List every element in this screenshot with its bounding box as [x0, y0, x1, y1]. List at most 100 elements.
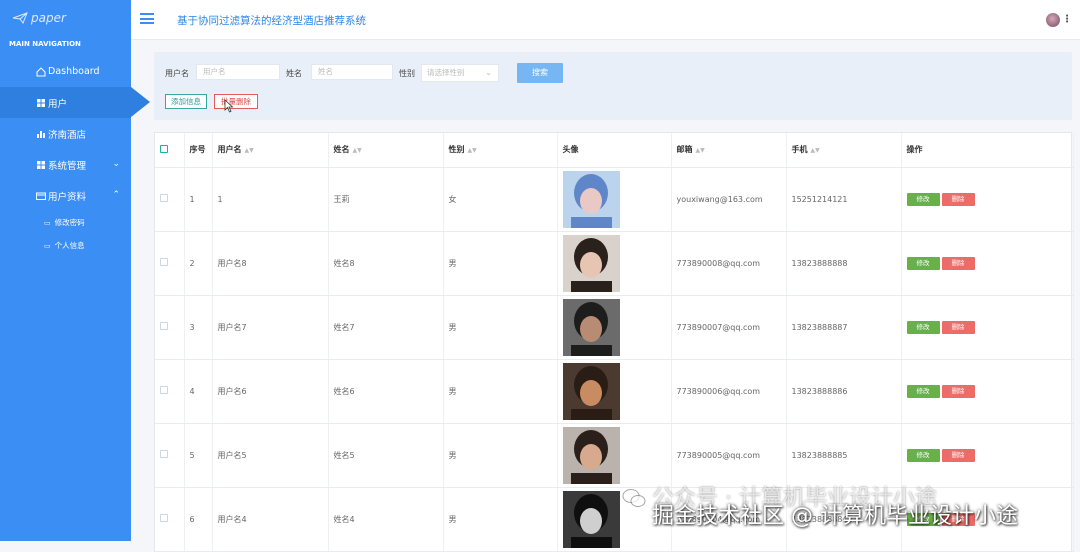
sidebar-item-profile[interactable]: 用户资料 ⌃ — [0, 180, 131, 211]
username-input[interactable]: 用户名 — [196, 64, 280, 80]
wechat-icon — [622, 489, 646, 507]
sort-icon[interactable]: ▲▼ — [811, 147, 820, 154]
cell-name: 姓名8 — [328, 231, 444, 296]
logo[interactable]: paper — [0, 0, 131, 36]
row-checkbox[interactable] — [160, 450, 168, 458]
cell-avatar — [557, 423, 672, 488]
table-header: 序号 用户名 ▲▼ 姓名 ▲▼ 性别 ▲▼ 头像 邮箱 ▲▼ 手机 ▲▼ 操作 — [155, 133, 1074, 168]
delete-button[interactable]: 删除 — [941, 320, 975, 334]
column-header[interactable]: 姓名 ▲▼ — [328, 133, 444, 168]
logo-text: paper — [31, 11, 66, 25]
cell-phone: 15251214121 — [786, 167, 902, 232]
sidebar-subitem-label: 个人信息 — [54, 241, 85, 250]
row-checkbox[interactable] — [160, 514, 168, 522]
search-panel: 用户名 用户名 姓名 姓名 性别 请选择性别 ⌄ 搜索 添加信息 批量删除 — [154, 52, 1072, 120]
cell-no: 6 — [184, 487, 213, 552]
menu-toggle-icon[interactable] — [140, 13, 154, 24]
row-checkbox[interactable] — [160, 194, 168, 202]
user-photo — [562, 490, 620, 548]
sort-icon[interactable]: ▲▼ — [245, 147, 254, 154]
home-icon — [36, 66, 46, 76]
column-header: 序号 — [184, 133, 213, 168]
sidebar-item-label: Dashboard — [48, 66, 100, 77]
cell-phone: 13823888888 — [786, 231, 902, 296]
sidebar-item-dashboard[interactable]: Dashboard — [0, 56, 131, 87]
cell-actions: 修改 删除 — [901, 295, 1074, 360]
cell-gender: 男 — [443, 231, 558, 296]
paper-plane-icon — [12, 12, 28, 24]
table-row: 3 用户名7 姓名7 男 773890007@qq.com 13823888887 修改 删除 — [155, 295, 1074, 360]
row-select-cell — [155, 231, 185, 296]
cell-username: 1 — [212, 167, 329, 232]
cell-gender: 男 — [443, 359, 558, 424]
sort-icon[interactable]: ▲▼ — [696, 147, 705, 154]
cell-no: 4 — [184, 359, 213, 424]
cell-phone: 13823888886 — [786, 359, 902, 424]
user-photo — [562, 234, 620, 292]
user-photo — [562, 426, 620, 484]
sidebar-item-label: 系统管理 — [48, 160, 87, 172]
cell-actions: 修改 删除 — [901, 167, 1074, 232]
cell-name: 姓名6 — [328, 359, 444, 424]
user-photo — [562, 362, 620, 420]
cell-avatar — [557, 167, 672, 232]
delete-button[interactable]: 删除 — [941, 192, 975, 206]
column-header: 头像 — [557, 133, 672, 168]
sidebar-subitem-label: 修改密码 — [54, 218, 85, 227]
folder-icon: ▭ — [44, 218, 51, 227]
gender-select[interactable]: 请选择性别 ⌄ — [421, 64, 499, 82]
cell-actions: 修改 删除 — [901, 423, 1074, 488]
edit-button[interactable]: 修改 — [906, 384, 940, 398]
column-header[interactable]: 邮箱 ▲▼ — [671, 133, 787, 168]
row-checkbox[interactable] — [160, 322, 168, 330]
sort-icon[interactable]: ▲▼ — [468, 147, 477, 154]
delete-button[interactable]: 删除 — [941, 256, 975, 270]
more-vertical-icon[interactable]: ⋮ — [1062, 14, 1072, 25]
row-checkbox[interactable] — [160, 258, 168, 266]
sort-icon[interactable]: ▲▼ — [353, 147, 362, 154]
column-header[interactable]: 用户名 ▲▼ — [212, 133, 329, 168]
avatar[interactable] — [1046, 13, 1060, 27]
chevron-down-icon: ⌄ — [112, 159, 120, 169]
cell-email: 773890005@qq.com — [671, 423, 787, 488]
sidebar-item-system[interactable]: 系统管理 ⌄ — [0, 149, 131, 180]
active-indicator — [131, 87, 150, 117]
cell-phone: 13823888887 — [786, 295, 902, 360]
search-button[interactable]: 搜索 — [517, 63, 563, 83]
delete-button[interactable]: 删除 — [941, 384, 975, 398]
name-input[interactable]: 姓名 — [311, 64, 393, 80]
nav-section-title: MAIN NAVIGATION — [9, 40, 81, 48]
edit-button[interactable]: 修改 — [906, 192, 940, 206]
sidebar-subitem-change-password[interactable]: ▭ 修改密码 — [0, 211, 131, 234]
cell-email: youxiwang@163.com — [671, 167, 787, 232]
edit-button[interactable]: 修改 — [906, 320, 940, 334]
edit-button[interactable]: 修改 — [906, 448, 940, 462]
gender-select-placeholder: 请选择性别 — [427, 68, 465, 77]
table-row: 2 用户名8 姓名8 男 773890008@qq.com 13823888888 修改 删除 — [155, 231, 1074, 296]
cell-actions: 修改 删除 — [901, 231, 1074, 296]
sidebar-item-label: 济南酒店 — [48, 129, 87, 141]
row-checkbox[interactable] — [160, 386, 168, 394]
delete-button[interactable]: 删除 — [941, 448, 975, 462]
folder-icon: ▭ — [44, 241, 51, 250]
column-header[interactable]: 手机 ▲▼ — [786, 133, 902, 168]
column-header[interactable]: 性别 ▲▼ — [443, 133, 558, 168]
cell-username: 用户名5 — [212, 423, 329, 488]
edit-button[interactable]: 修改 — [906, 256, 940, 270]
cell-no: 1 — [184, 167, 213, 232]
cell-username: 用户名4 — [212, 487, 329, 552]
table-row: 5 用户名5 姓名5 男 773890005@qq.com 13823888885 修改 删除 — [155, 423, 1074, 488]
select-all-cell — [155, 133, 185, 168]
sidebar-subitem-personal-info[interactable]: ▭ 个人信息 — [0, 234, 131, 257]
sidebar-item-hotels[interactable]: 济南酒店 — [0, 118, 131, 149]
cell-name: 姓名5 — [328, 423, 444, 488]
sidebar-item-users[interactable]: 用户 — [0, 87, 150, 118]
row-select-cell — [155, 295, 185, 360]
select-all-checkbox[interactable] — [160, 144, 168, 153]
add-button[interactable]: 添加信息 — [165, 94, 207, 109]
table-row: 1 1 王莉女 youxiwang@163.com 15251214121 修改 删除 — [155, 167, 1074, 232]
table-row: 4 用户名6 姓名6 男 773890006@qq.com 13823888886 修改 删除 — [155, 359, 1074, 424]
bar-chart-icon — [37, 130, 45, 138]
batch-delete-button[interactable]: 批量删除 — [214, 94, 258, 109]
gender-label: 性别 — [399, 69, 415, 78]
